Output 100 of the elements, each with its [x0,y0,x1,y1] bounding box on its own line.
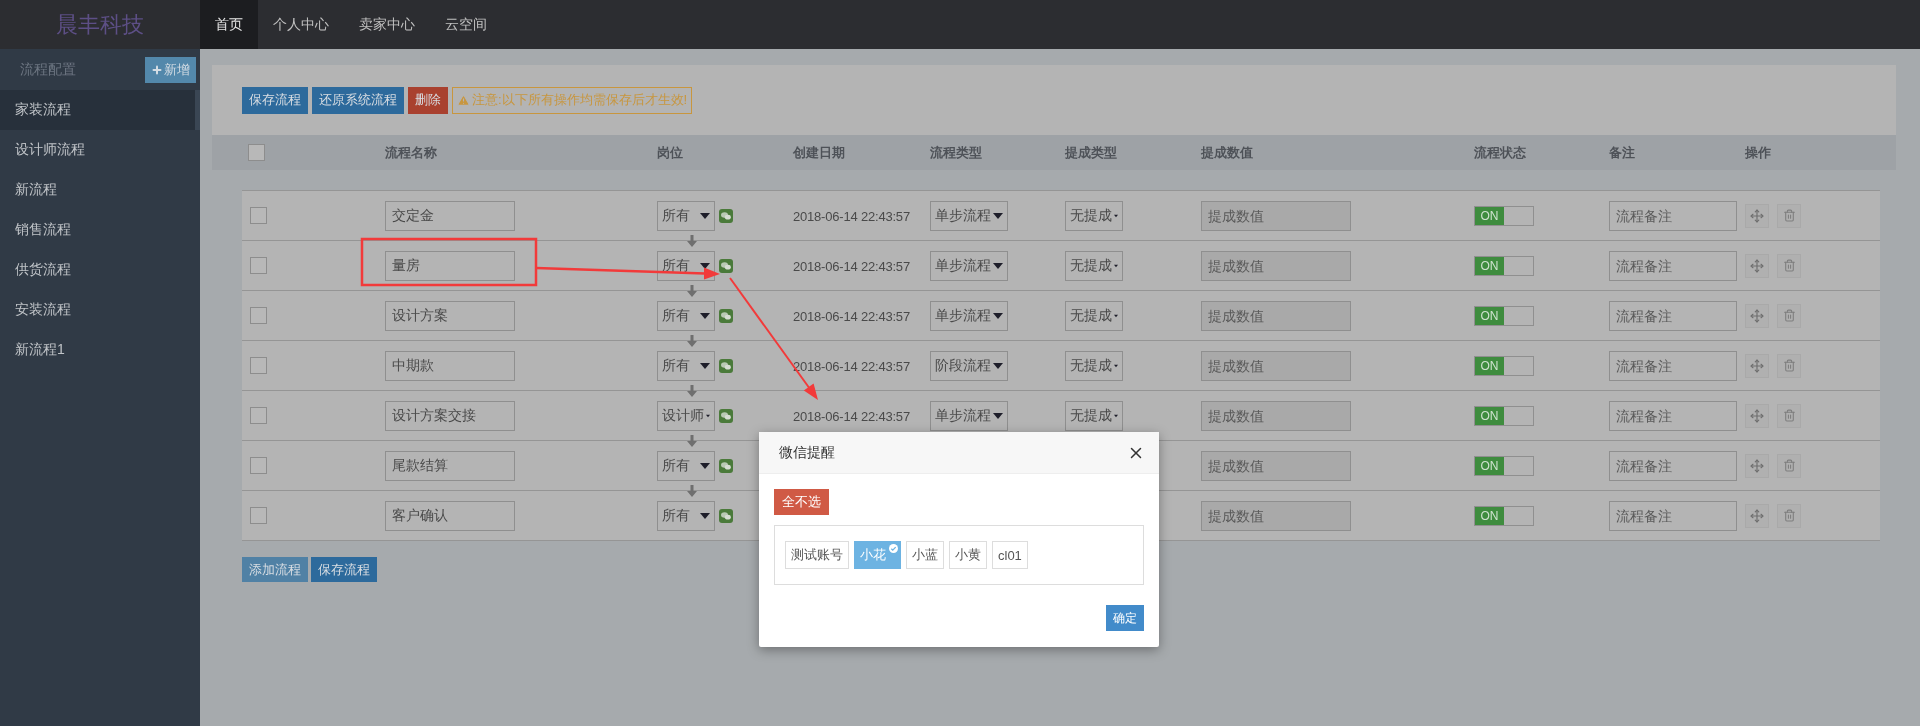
remark-field[interactable]: 流程备注 [1609,250,1737,281]
delete-button[interactable] [1777,403,1801,428]
commission-value-field[interactable]: 提成数值 [1201,350,1351,381]
sidebar-item[interactable]: 家装流程 [0,90,200,130]
move-button[interactable] [1745,303,1769,328]
status-toggle[interactable]: ON [1474,405,1534,426]
post-select[interactable]: 所有 [657,200,715,231]
commission-value-field[interactable]: 提成数值 [1201,400,1351,431]
commission-type-select[interactable]: 无提成 [1065,200,1123,231]
remark-field[interactable]: 流程备注 [1609,350,1737,381]
checkbox[interactable] [250,357,267,374]
name-field[interactable]: 交定金 [385,200,515,231]
toolbar-button[interactable]: 还原系统流程 [312,86,404,114]
commission-type-select[interactable]: 无提成 [1065,250,1123,281]
delete-button[interactable] [1777,453,1801,478]
nav-tab[interactable]: 云空间 [430,0,502,49]
deselect-all-button[interactable]: 全不选 [774,489,829,515]
delete-button[interactable] [1777,203,1801,228]
move-button[interactable] [1745,503,1769,528]
post-select[interactable]: 设计师 [657,400,715,431]
nav-tab[interactable]: 个人中心 [258,0,344,49]
checkbox[interactable] [250,507,267,524]
sidebar-item[interactable]: 设计师流程 [0,130,200,170]
remark-field[interactable]: 流程备注 [1609,400,1737,431]
toolbar-button[interactable]: 保存流程 [242,86,308,114]
flow-type-select[interactable]: 单步流程 [930,200,1008,231]
status-toggle[interactable]: ON [1474,255,1534,276]
nav-tab[interactable]: 卖家中心 [344,0,430,49]
status-toggle[interactable]: ON [1474,305,1534,326]
user-tag[interactable]: 小花 [854,541,901,569]
add-button[interactable]: 新增 [145,56,196,83]
flow-type-select[interactable]: 阶段流程 [930,350,1008,381]
flow-type-select[interactable]: 单步流程 [930,300,1008,331]
chat-bubbles-icon[interactable] [719,508,733,523]
flow-type-select[interactable]: 单步流程 [930,400,1008,431]
post-select[interactable]: 所有 [657,250,715,281]
chat-bubbles-icon[interactable] [719,408,733,423]
flow-type-select[interactable]: 单步流程 [930,250,1008,281]
move-button[interactable] [1745,353,1769,378]
footer-button[interactable]: 保存流程 [311,557,377,582]
commission-value-field[interactable]: 提成数值 [1201,250,1351,281]
remark-field[interactable]: 流程备注 [1609,300,1737,331]
name-field[interactable]: 尾款结算 [385,450,515,481]
remark-field[interactable]: 流程备注 [1609,450,1737,481]
move-button[interactable] [1745,253,1769,278]
sidebar-item[interactable]: 供货流程 [0,250,200,290]
checkbox[interactable] [250,257,267,274]
user-tag[interactable]: 测试账号 [785,541,849,569]
commission-value-field[interactable]: 提成数值 [1201,200,1351,231]
status-toggle[interactable]: ON [1474,455,1534,476]
toolbar-button[interactable]: 删除 [408,86,448,114]
checkbox[interactable] [250,307,267,324]
column-header: 流程名称 [385,143,438,162]
post-select[interactable]: 所有 [657,350,715,381]
sidebar-item[interactable]: 销售流程 [0,210,200,250]
move-button[interactable] [1745,203,1769,228]
name-field[interactable]: 中期款 [385,350,515,381]
move-button[interactable] [1745,453,1769,478]
checkbox[interactable] [250,457,267,474]
sidebar-item[interactable]: 新流程1 [0,330,200,370]
commission-type-select[interactable]: 无提成 [1065,350,1123,381]
move-button[interactable] [1745,403,1769,428]
chat-bubbles-icon[interactable] [719,258,733,273]
status-toggle[interactable]: ON [1474,505,1534,526]
status-toggle[interactable]: ON [1474,355,1534,376]
delete-button[interactable] [1777,503,1801,528]
delete-button[interactable] [1777,253,1801,278]
chat-bubbles-icon[interactable] [719,358,733,373]
name-field[interactable]: 设计方案 [385,300,515,331]
delete-button[interactable] [1777,353,1801,378]
sidebar-item[interactable]: 新流程 [0,170,200,210]
checkbox[interactable] [250,407,267,424]
name-field[interactable]: 量房 [385,250,515,281]
status-toggle[interactable]: ON [1474,205,1534,226]
confirm-button[interactable]: 确定 [1106,605,1144,631]
down-arrow-icon [687,485,697,497]
commission-type-select[interactable]: 无提成 [1065,300,1123,331]
remark-field[interactable]: 流程备注 [1609,200,1737,231]
commission-value-field[interactable]: 提成数值 [1201,300,1351,331]
user-tag[interactable]: 小蓝 [906,541,944,569]
post-select[interactable]: 所有 [657,500,715,531]
checkbox[interactable] [248,144,265,161]
chat-bubbles-icon[interactable] [719,458,733,473]
chat-bubbles-icon[interactable] [719,208,733,223]
delete-button[interactable] [1777,303,1801,328]
name-field[interactable]: 设计方案交接 [385,400,515,431]
commission-value-field[interactable]: 提成数值 [1201,500,1351,531]
checkbox[interactable] [250,207,267,224]
user-tag[interactable]: cl01 [992,541,1028,569]
nav-tab[interactable]: 首页 [200,0,258,49]
post-select[interactable]: 所有 [657,300,715,331]
name-field[interactable]: 客户确认 [385,500,515,531]
commission-type-select[interactable]: 无提成 [1065,400,1123,431]
post-select[interactable]: 所有 [657,450,715,481]
footer-button[interactable]: 添加流程 [242,557,308,582]
commission-value-field[interactable]: 提成数值 [1201,450,1351,481]
chat-bubbles-icon[interactable] [719,308,733,323]
remark-field[interactable]: 流程备注 [1609,500,1737,531]
sidebar-item[interactable]: 安装流程 [0,290,200,330]
user-tag[interactable]: 小黄 [949,541,987,569]
